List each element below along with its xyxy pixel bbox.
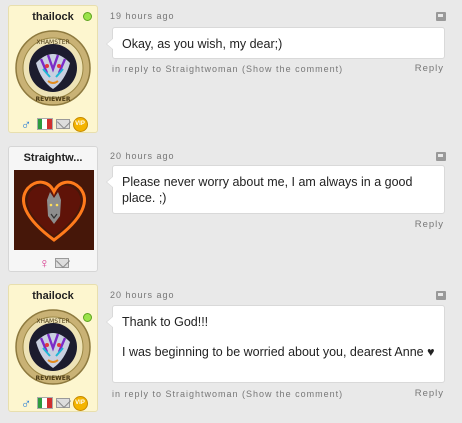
user-card[interactable]: thailock XHAMSTER REVIEWER ♂ VIP [8, 5, 98, 133]
comment-text: Okay, as you wish, my dear;) [122, 37, 283, 51]
user-icons: ♂ VIP [9, 116, 97, 132]
comment-bubble: Please never worry about me, I am always… [106, 165, 445, 214]
user-icons: ♂ VIP [9, 395, 97, 411]
badge-top-text: XHAMSTER [36, 318, 69, 325]
user-icons: ♀ [9, 255, 97, 271]
italy-flag-icon [36, 397, 53, 409]
vip-icon: VIP [72, 116, 88, 132]
comment-bubble: Thank to God!!! I was beginning to be wo… [106, 305, 445, 383]
mail-icon[interactable] [55, 119, 70, 129]
reply-button[interactable]: Reply [415, 388, 444, 399]
comment-text: Thank to God!!! [122, 315, 209, 329]
male-icon: ♂ [20, 394, 32, 411]
reviewer-badge-avatar[interactable]: XHAMSTER REVIEWER [14, 308, 92, 386]
report-flag-icon[interactable] [436, 12, 446, 21]
female-icon: ♀ [39, 254, 50, 271]
comment-text: Please never worry about me, I am always… [122, 175, 413, 205]
mail-icon[interactable] [55, 398, 70, 408]
badge-bottom-text: REVIEWER [35, 96, 70, 103]
badge-top-text: XHAMSTER [36, 39, 69, 46]
reply-button[interactable]: Reply [415, 63, 444, 74]
comment-bubble: Okay, as you wish, my dear;) [106, 27, 445, 59]
user-card[interactable]: Straightw... ♀ [8, 146, 98, 272]
comment-text: I was beginning to be worried about you,… [122, 345, 435, 359]
vip-icon: VIP [72, 395, 88, 411]
wolf-heart-avatar[interactable] [14, 170, 94, 250]
reply-context[interactable]: in reply to Straightwoman (Show the comm… [112, 389, 343, 399]
username[interactable]: Straightw... [9, 152, 97, 164]
comment-time: 19 hours ago [110, 11, 175, 21]
italy-flag-icon [36, 118, 53, 130]
badge-bottom-text: REVIEWER [35, 375, 70, 382]
reply-context[interactable]: in reply to Straightwoman (Show the comm… [112, 64, 343, 74]
report-flag-icon[interactable] [436, 291, 446, 300]
username[interactable]: thailock [9, 290, 97, 302]
comment-time: 20 hours ago [110, 290, 175, 300]
report-flag-icon[interactable] [436, 152, 446, 161]
online-status-icon [83, 12, 92, 21]
reply-button[interactable]: Reply [415, 219, 444, 230]
comment-time: 20 hours ago [110, 151, 175, 161]
user-card[interactable]: thailock XHAMSTER REVIEWER ♂ VIP [8, 284, 98, 412]
mail-icon[interactable] [55, 258, 69, 268]
reviewer-badge-avatar[interactable]: XHAMSTER REVIEWER [14, 29, 92, 107]
male-icon: ♂ [20, 115, 32, 132]
